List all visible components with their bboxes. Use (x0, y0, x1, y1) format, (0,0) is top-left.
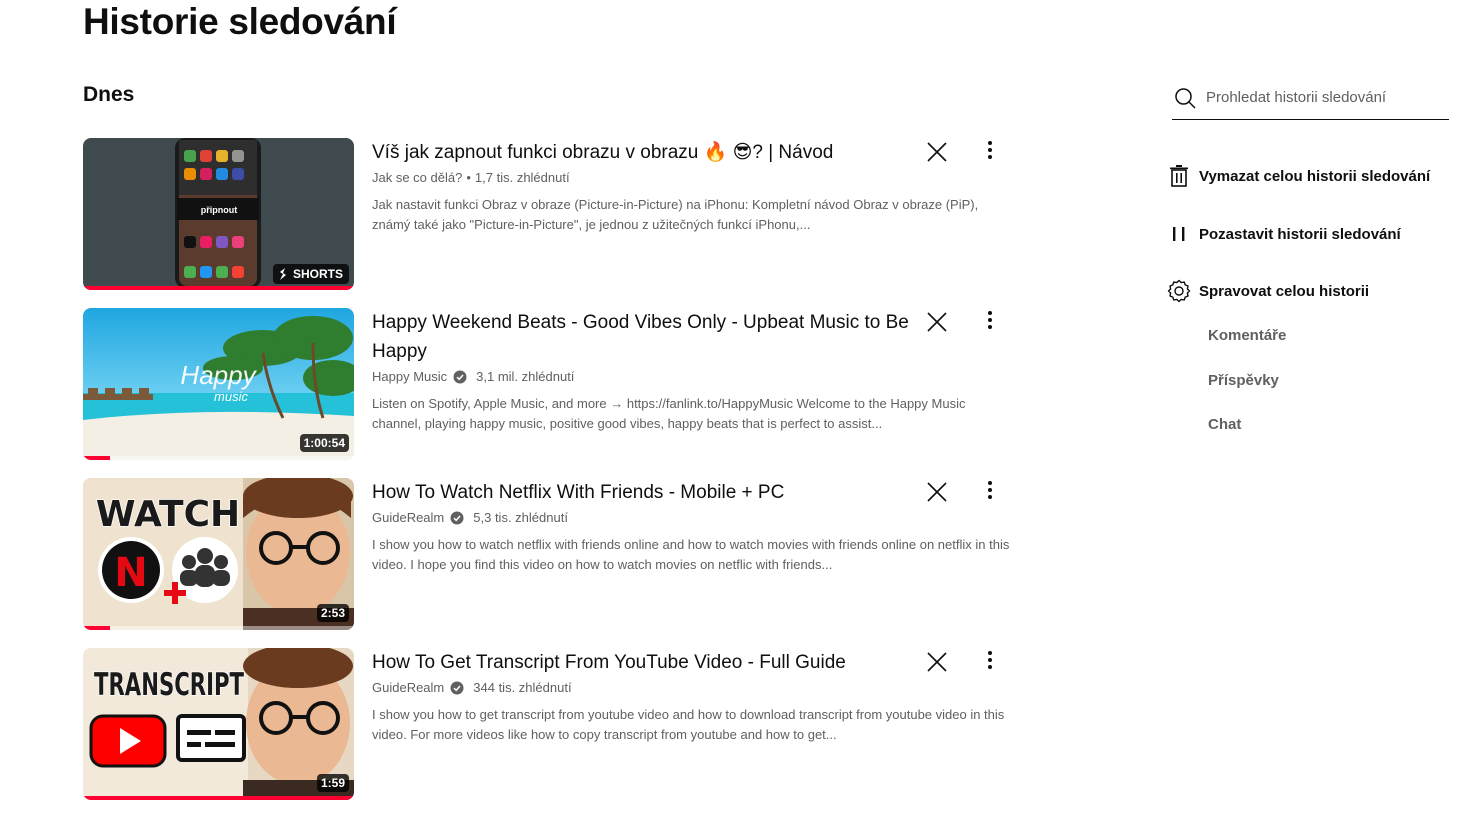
video-thumbnail[interactable]: připnout SHORTS (83, 138, 354, 290)
video-description: Listen on Spotify, Apple Music, and more… (372, 396, 966, 431)
pause-history-label: Pozastavit historii sledování (1199, 225, 1401, 243)
view-count: 3,1 mil. zhlédnutí (476, 369, 575, 384)
video-duration: 1:59 (316, 774, 349, 792)
more-vert-icon (988, 311, 992, 329)
svg-text:N: N (114, 550, 147, 596)
sidebar-item-chat[interactable]: Chat (1208, 416, 1241, 433)
thumbnail-overlay-text: Happy (180, 360, 257, 390)
more-actions-button[interactable] (978, 138, 1002, 162)
video-duration: 1:00:54 (299, 434, 349, 452)
watch-progress-bar (83, 456, 111, 460)
more-vert-icon (988, 141, 992, 159)
view-count: 1,7 tis. zhlédnutí (474, 170, 570, 185)
history-sidebar: Vymazat celou historii sledování Pozasta… (1166, 76, 1456, 433)
close-icon (927, 652, 947, 672)
video-thumbnail[interactable]: Happy music 1:00:54 (83, 308, 354, 460)
separator-dot: • (466, 170, 471, 185)
view-count: 344 tis. zhlédnutí (473, 680, 572, 695)
thumbnail-overlay-text: připnout (201, 205, 238, 215)
verified-icon (450, 681, 464, 695)
more-actions-button[interactable] (978, 478, 1002, 502)
thumbnail-overlay-subtext: music (214, 389, 248, 404)
video-description: Jak nastavit funkci Obraz v obraze (Pict… (372, 197, 979, 232)
verified-icon (453, 370, 467, 384)
video-title[interactable]: How To Get Transcript From YouTube Video… (372, 648, 917, 677)
sidebar-item-posts[interactable]: Příspěvky (1208, 372, 1279, 389)
thumbnail-overlay-text: TRANSCRIPT (94, 667, 244, 703)
manage-history-label: Spravovat celou historii (1199, 282, 1370, 300)
history-search-input[interactable] (1206, 89, 1436, 106)
pause-history-button[interactable]: Pozastavit historii sledování (1166, 221, 1401, 247)
thumbnail-image: TRANSCRIPT (83, 648, 354, 800)
history-list: připnout SHORTS Víš jak zapnout funkci o… (83, 138, 1023, 800)
watch-progress-bar (83, 286, 354, 290)
shorts-icon (279, 268, 286, 280)
close-icon (927, 312, 947, 332)
history-item: Happy music 1:00:54 Happy Weekend Beats … (83, 308, 1023, 460)
shorts-badge: SHORTS (272, 264, 349, 284)
remove-from-history-button[interactable] (923, 648, 951, 676)
sidebar-item-comments[interactable]: Komentáře (1208, 327, 1286, 344)
channel-name[interactable]: GuideRealm (372, 509, 444, 527)
shorts-label: SHORTS (292, 267, 343, 281)
channel-name[interactable]: Happy Music (372, 368, 447, 386)
thumbnail-overlay-text: WATCH (96, 494, 240, 535)
pause-icon (1166, 221, 1192, 247)
close-icon (927, 482, 947, 502)
verified-icon (450, 511, 464, 525)
watch-progress-bar (83, 626, 111, 630)
video-title[interactable]: How To Watch Netflix With Friends - Mobi… (372, 478, 917, 507)
gear-icon (1166, 278, 1192, 304)
video-description: I show you how to get transcript from yo… (372, 707, 1005, 742)
page-title: Historie sledování (83, 1, 397, 42)
close-icon (927, 142, 947, 162)
watch-progress-track (83, 626, 354, 630)
remove-from-history-button[interactable] (923, 478, 951, 506)
video-thumbnail[interactable]: WATCH N 2:53 (83, 478, 354, 630)
channel-name[interactable]: Jak se co dělá? (372, 169, 462, 187)
more-vert-icon (988, 481, 992, 499)
more-vert-icon (988, 651, 992, 669)
history-item: WATCH N 2:53 How To Watch Netflix With F… (83, 478, 1023, 630)
video-duration: 2:53 (316, 604, 349, 622)
section-heading-today: Dnes (83, 83, 135, 106)
video-description: I show you how to watch netflix with fri… (372, 537, 1010, 572)
history-search-box (1172, 76, 1449, 120)
channel-name[interactable]: GuideRealm (372, 679, 444, 697)
search-icon[interactable] (1174, 87, 1196, 109)
remove-from-history-button[interactable] (923, 308, 951, 336)
more-actions-button[interactable] (978, 648, 1002, 672)
more-actions-button[interactable] (978, 308, 1002, 332)
manage-history-button[interactable]: Spravovat celou historii (1166, 278, 1369, 304)
video-title[interactable]: Happy Weekend Beats - Good Vibes Only - … (372, 308, 917, 366)
video-title[interactable]: Víš jak zapnout funkci obrazu v obrazu 🔥… (372, 138, 917, 167)
history-item: TRANSCRIPT 1:59 How To Get Transcript Fr… (83, 648, 1023, 800)
clear-history-label: Vymazat celou historii sledování (1199, 167, 1431, 185)
watch-progress-track (83, 456, 354, 460)
clear-history-button[interactable]: Vymazat celou historii sledování (1166, 163, 1430, 189)
history-item: připnout SHORTS Víš jak zapnout funkci o… (83, 138, 1023, 290)
view-count: 5,3 tis. zhlédnutí (473, 510, 568, 525)
watch-progress-bar (83, 796, 354, 800)
thumbnail-image: WATCH N (83, 478, 354, 630)
remove-from-history-button[interactable] (923, 138, 951, 166)
trash-icon (1166, 163, 1192, 189)
video-thumbnail[interactable]: TRANSCRIPT 1:59 (83, 648, 354, 800)
